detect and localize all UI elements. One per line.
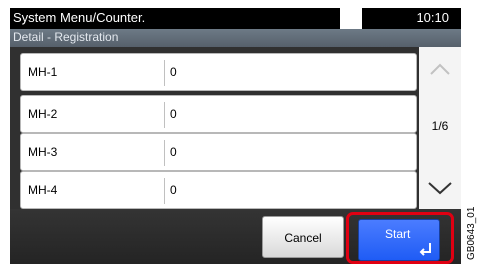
action-bar: Cancel Start [10,209,461,264]
cancel-button[interactable]: Cancel [262,216,344,258]
divider [164,140,165,166]
window-title: System Menu/Counter. [13,10,146,25]
device-screen: System Menu/Counter. 10:10 Detail - Regi… [10,8,461,264]
start-highlight: Start [346,212,454,264]
item-name: MH-2 [28,107,58,121]
registration-list: MH-1 0 MH-2 0 MH-3 0 MH-4 0 1/6 [10,47,461,209]
chevron-down-icon [428,182,452,195]
list-item[interactable]: MH-2 0 [20,95,417,133]
page-indicator: 1/6 [431,119,449,133]
subheader-bar: Detail - Registration [10,29,461,47]
top-bar: System Menu/Counter. 10:10 [10,8,461,29]
title-tab-gap [340,8,362,29]
item-name: MH-3 [28,145,58,159]
screen-subtitle: Detail - Registration [13,30,119,44]
item-value: 0 [170,145,177,159]
list-item[interactable]: MH-1 0 [20,53,417,91]
list-item[interactable]: MH-3 0 [20,133,417,171]
chevron-up-icon [430,63,450,75]
scroll-up-button[interactable] [419,50,461,88]
scroll-panel: 1/6 [419,47,461,209]
item-value: 0 [170,65,177,79]
list-item[interactable]: MH-4 0 [20,171,417,209]
divider [164,178,165,204]
figure-code: GB0643_01 [466,206,477,260]
item-value: 0 [170,107,177,121]
item-value: 0 [170,183,177,197]
start-button[interactable]: Start [358,219,440,261]
divider [164,102,165,128]
item-name: MH-1 [28,65,58,79]
clock: 10:10 [416,10,449,25]
divider [164,60,165,86]
enter-arrow-icon [419,243,431,256]
start-label: Start [385,227,411,241]
item-name: MH-4 [28,183,58,197]
scroll-down-button[interactable] [419,171,461,209]
